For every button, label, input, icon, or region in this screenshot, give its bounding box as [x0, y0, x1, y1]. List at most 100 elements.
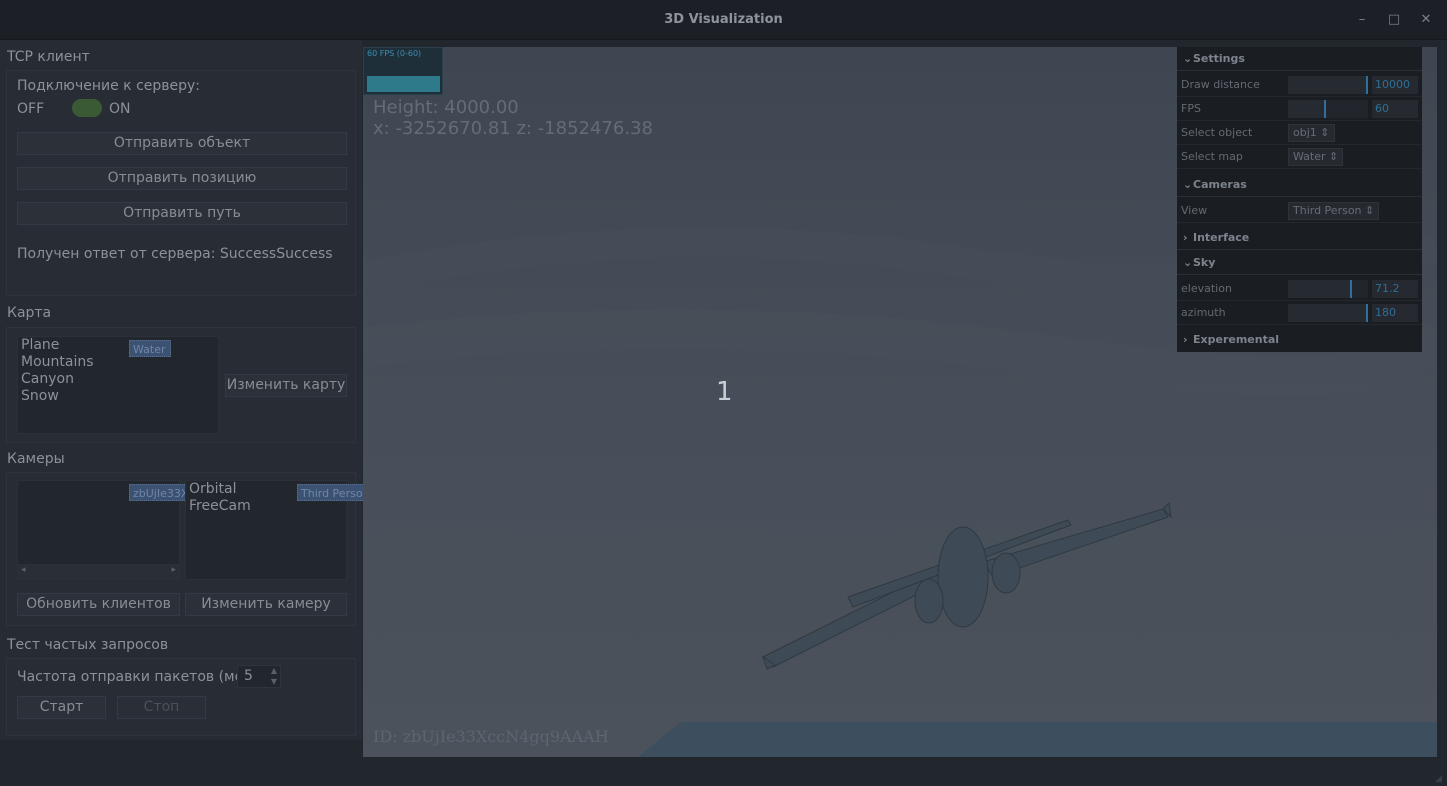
fps-graph — [367, 76, 440, 92]
map-group-title: Карта — [7, 305, 52, 321]
connection-toggle[interactable] — [72, 99, 102, 117]
left-engine — [914, 578, 944, 624]
right-engine — [991, 552, 1021, 594]
interface-folder-label: Interface — [1193, 231, 1250, 244]
cameras-folder[interactable]: ⌄Cameras — [1177, 173, 1422, 197]
map-list-item[interactable]: Mountains — [18, 354, 218, 371]
connection-label: Подключение к серверу: — [17, 78, 201, 94]
slider-handle[interactable] — [1350, 280, 1352, 298]
frequency-spinbox[interactable]: 5 ▲ ▼ — [237, 665, 281, 688]
map-list-item[interactable]: Canyon — [18, 371, 218, 388]
select-object-value: obj1 — [1293, 126, 1317, 139]
send-object-button[interactable]: Отправить объект — [17, 132, 347, 155]
off-label: OFF — [17, 101, 45, 117]
select-object-dropdown[interactable]: obj1 ⇕ — [1288, 124, 1335, 142]
chevron-down-icon: ⌄ — [1183, 256, 1193, 269]
send-position-button[interactable]: Отправить позицию — [17, 167, 347, 190]
view-row: View Third Person ⇕ — [1177, 199, 1422, 223]
interface-folder[interactable]: › Interface — [1177, 226, 1422, 250]
window-title: 3D Visualization — [664, 12, 783, 27]
chevron-down-icon: ⌄ — [1183, 52, 1193, 65]
fps-slider[interactable] — [1288, 100, 1368, 118]
azimuth-row: azimuth 180 — [1177, 301, 1422, 325]
camera-view-list[interactable]: Third Person Orbital FreeCam — [185, 480, 375, 580]
azimuth-slider[interactable] — [1288, 304, 1368, 322]
select-map-row: Select map Water ⇕ — [1177, 145, 1422, 169]
resize-grip-icon[interactable]: ◢ — [1435, 774, 1445, 784]
on-label: ON — [109, 101, 131, 117]
sky-folder[interactable]: ⌄Sky — [1177, 251, 1422, 275]
chevron-right-icon: › — [1183, 333, 1188, 346]
scroll-left-icon[interactable]: ◂ — [21, 565, 26, 575]
settings-panel: ⌄Settings Draw distance 10000 FPS 60 Sel… — [1177, 47, 1422, 352]
frequency-label: Частота отправки пакетов (мс) — [17, 669, 248, 685]
fuselage — [937, 526, 989, 628]
client-list-scrollbar[interactable]: ◂ ▸ — [17, 564, 180, 580]
elevation-row: elevation 71.2 — [1177, 277, 1422, 301]
start-button[interactable]: Старт — [17, 696, 106, 719]
elevation-label: elevation — [1181, 282, 1232, 295]
cameras-folder-label: Cameras — [1193, 178, 1247, 191]
minimize-button[interactable]: – — [1352, 10, 1372, 30]
slider-handle[interactable] — [1366, 304, 1368, 322]
select-map-label: Select map — [1181, 150, 1243, 163]
map-list[interactable]: Plane Water Mountains Canyon Snow — [17, 336, 219, 434]
azimuth-input[interactable]: 180 — [1372, 304, 1418, 322]
elevation-input[interactable]: 71.2 — [1372, 280, 1418, 298]
fps-label: FPS — [1181, 102, 1201, 115]
app-window: 3D Visualization – □ ✕ TCP клиент Подклю… — [0, 0, 1447, 786]
stop-button[interactable]: Стоп — [117, 696, 206, 719]
slider-fill — [1288, 100, 1324, 118]
updown-icon: ⇕ — [1365, 204, 1375, 217]
chevron-right-icon: › — [1183, 231, 1188, 244]
settings-folder-label: Settings — [1193, 52, 1245, 65]
height-readout: Height: 4000.00 — [373, 97, 519, 118]
coordinates-readout: x: -3252670.81 z: -1852476.38 — [373, 118, 653, 139]
view-label: View — [1181, 204, 1208, 217]
send-path-button[interactable]: Отправить путь — [17, 202, 347, 225]
client-id-label: ID: zbUjIe33XccN4gq9AAAH — [373, 727, 609, 746]
sky-folder-label: Sky — [1193, 256, 1216, 269]
map-list-item[interactable]: Plane — [18, 337, 218, 354]
object-label: 1 — [716, 377, 733, 407]
change-camera-button[interactable]: Изменить камеру — [185, 593, 347, 616]
experimental-folder[interactable]: › Experemental — [1177, 328, 1422, 352]
azimuth-label: azimuth — [1181, 306, 1226, 319]
slider-fill — [1288, 76, 1366, 94]
select-object-label: Select object — [1181, 126, 1253, 139]
map-list-item[interactable]: Water — [129, 340, 171, 357]
stress-group-title: Тест частых запросов — [7, 637, 169, 653]
cameras-group-title: Камеры — [7, 451, 65, 467]
draw-distance-label: Draw distance — [1181, 78, 1260, 91]
spin-down-icon[interactable]: ▼ — [271, 677, 277, 686]
fps-input[interactable]: 60 — [1372, 100, 1418, 118]
close-button[interactable]: ✕ — [1416, 10, 1436, 30]
title-bar: 3D Visualization – □ ✕ — [0, 0, 1447, 40]
slider-fill — [1288, 304, 1366, 322]
select-object-row: Select object obj1 ⇕ — [1177, 121, 1422, 145]
view-value: Third Person — [1293, 204, 1362, 217]
draw-distance-slider[interactable] — [1288, 76, 1368, 94]
scroll-right-icon[interactable]: ▸ — [171, 565, 176, 575]
select-map-dropdown[interactable]: Water ⇕ — [1288, 148, 1344, 166]
elevation-slider[interactable] — [1288, 280, 1368, 298]
slider-handle[interactable] — [1324, 100, 1326, 118]
refresh-clients-button[interactable]: Обновить клиентов — [17, 593, 180, 616]
fps-meter: 60 FPS (0-60) — [363, 47, 443, 95]
maximize-button[interactable]: □ — [1384, 10, 1404, 30]
select-map-value: Water — [1293, 150, 1326, 163]
slider-fill — [1288, 280, 1350, 298]
view-dropdown[interactable]: Third Person ⇕ — [1288, 202, 1380, 220]
tcp-group-title: TCP клиент — [7, 49, 90, 65]
map-list-item[interactable]: Snow — [18, 388, 218, 405]
water-plane — [638, 722, 1437, 757]
change-map-button[interactable]: Изменить карту — [225, 374, 347, 397]
fps-text: 60 FPS (0-60) — [367, 49, 422, 58]
experimental-folder-label: Experemental — [1193, 333, 1280, 346]
draw-distance-input[interactable]: 10000 — [1372, 76, 1418, 94]
slider-handle[interactable] — [1366, 76, 1368, 94]
updown-icon: ⇕ — [1329, 150, 1339, 163]
spin-up-icon[interactable]: ▲ — [271, 666, 277, 675]
control-panel: TCP клиент Подключение к серверу: OFF ON… — [0, 40, 375, 740]
settings-folder[interactable]: ⌄Settings — [1177, 47, 1422, 71]
